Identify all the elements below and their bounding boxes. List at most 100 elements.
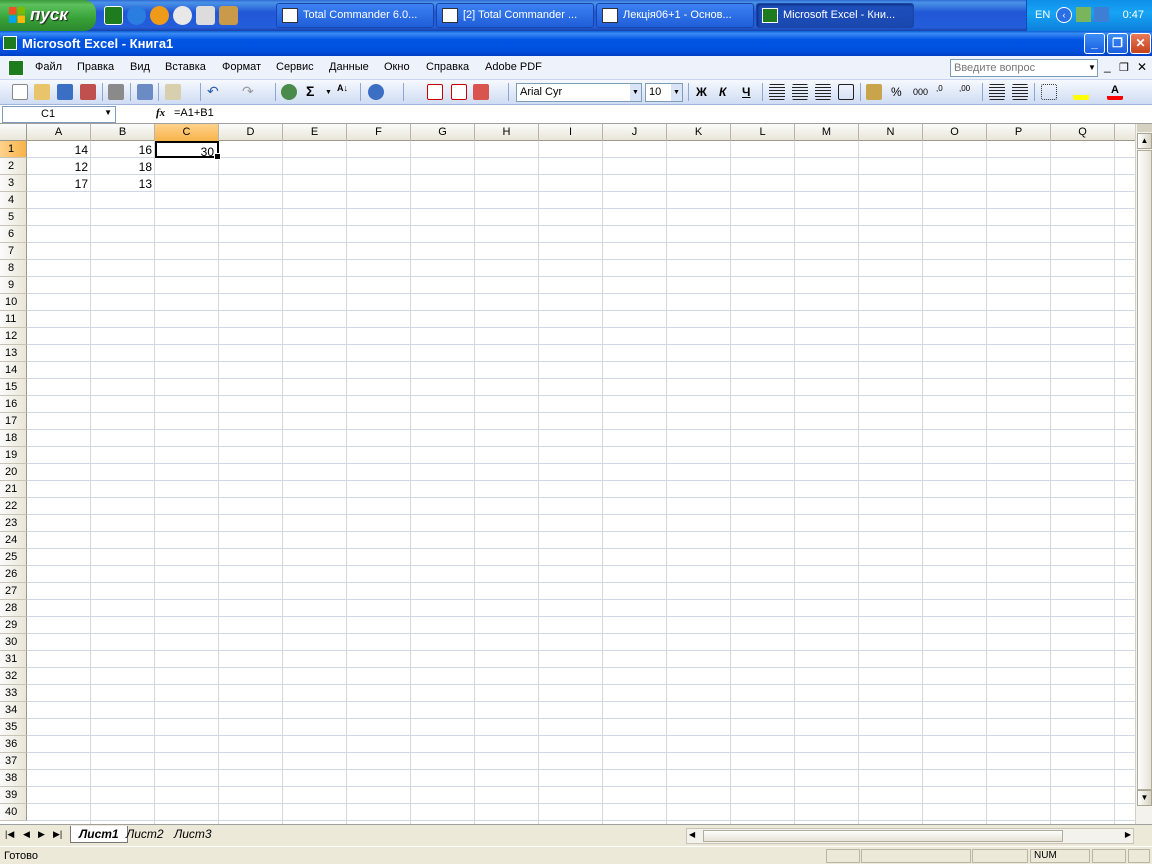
next-sheet-icon[interactable]: ▶ [38, 829, 45, 840]
italic-button[interactable]: К [719, 85, 726, 99]
cells-area[interactable]: 14 16 30 12 18 17 13 [27, 141, 1135, 824]
first-sheet-icon[interactable]: |◀ [5, 829, 14, 840]
row-header-30[interactable]: 30 [0, 634, 27, 651]
row-header-28[interactable]: 28 [0, 600, 27, 617]
formula-input[interactable]: =A1+B1 [174, 107, 214, 119]
row-header-2[interactable]: 2 [0, 158, 27, 175]
restore-button[interactable]: ❐ [1107, 33, 1128, 54]
prev-sheet-icon[interactable]: ◀ [23, 829, 30, 840]
ie-icon[interactable] [127, 6, 146, 25]
cell-a3[interactable]: 17 [27, 175, 91, 192]
cell-a1[interactable]: 14 [27, 141, 91, 158]
close-button[interactable]: ✕ [1130, 33, 1151, 54]
percent-button[interactable]: % [891, 85, 902, 99]
row-header-5[interactable]: 5 [0, 209, 27, 226]
column-header-m[interactable]: M [795, 124, 859, 141]
row-header-19[interactable]: 19 [0, 447, 27, 464]
font-color-icon[interactable]: A [1107, 84, 1123, 100]
select-all-button[interactable] [0, 124, 27, 141]
save-icon[interactable] [57, 84, 73, 100]
row-header-38[interactable]: 38 [0, 770, 27, 787]
row-header-32[interactable]: 32 [0, 668, 27, 685]
column-header-i[interactable]: I [539, 124, 603, 141]
network-icon[interactable] [1076, 7, 1091, 22]
horizontal-scrollbar[interactable]: ◀ ▶ [686, 828, 1134, 844]
menu-insert[interactable]: Вставка [165, 61, 206, 73]
undo-icon[interactable]: ↶ [207, 84, 223, 100]
row-header-18[interactable]: 18 [0, 430, 27, 447]
bold-button[interactable]: Ж [696, 85, 707, 99]
title-bar[interactable]: Microsoft Excel - Книга1 _ ❐ ✕ [0, 31, 1152, 56]
font-name-select[interactable]: Arial Cyr ▼ [516, 83, 642, 102]
column-header-o[interactable]: O [923, 124, 987, 141]
row-header-36[interactable]: 36 [0, 736, 27, 753]
column-header-q[interactable]: Q [1051, 124, 1115, 141]
row-header-17[interactable]: 17 [0, 413, 27, 430]
last-sheet-icon[interactable]: ▶| [53, 829, 62, 840]
row-header-22[interactable]: 22 [0, 498, 27, 515]
taskbar-button-word[interactable]: Лекція06+1 - Основ... [596, 3, 754, 28]
column-header-e[interactable]: E [283, 124, 347, 141]
permission-icon[interactable] [80, 84, 96, 100]
align-center-icon[interactable] [792, 84, 808, 100]
row-header-7[interactable]: 7 [0, 243, 27, 260]
language-indicator[interactable]: EN [1035, 9, 1050, 21]
column-header-f[interactable]: F [347, 124, 411, 141]
row-header-40[interactable]: 40 [0, 804, 27, 821]
cell-c1[interactable]: 30 [155, 141, 221, 160]
row-header-10[interactable]: 10 [0, 294, 27, 311]
row-header-37[interactable]: 37 [0, 753, 27, 770]
column-header-h[interactable]: H [475, 124, 539, 141]
menu-tools[interactable]: Сервис [276, 61, 314, 73]
underline-button[interactable]: Ч [742, 85, 750, 99]
row-header-27[interactable]: 27 [0, 583, 27, 600]
column-header-l[interactable]: L [731, 124, 795, 141]
paste-icon[interactable] [165, 84, 181, 100]
pen-tool-icon[interactable] [1094, 7, 1109, 22]
hyperlink-icon[interactable] [281, 84, 297, 100]
merge-center-icon[interactable] [838, 84, 854, 100]
row-header-6[interactable]: 6 [0, 226, 27, 243]
cell-a2[interactable]: 12 [27, 158, 91, 175]
print-preview-icon[interactable] [137, 84, 153, 100]
document-icon[interactable] [8, 60, 24, 76]
row-header-16[interactable]: 16 [0, 396, 27, 413]
name-box[interactable]: C1 ▼ [2, 106, 116, 123]
excel-icon[interactable] [3, 36, 17, 50]
increase-indent-icon[interactable] [1012, 84, 1028, 100]
row-header-26[interactable]: 26 [0, 566, 27, 583]
help-icon[interactable] [368, 84, 384, 100]
column-header-a[interactable]: A [27, 124, 91, 141]
excel-icon[interactable] [104, 6, 123, 25]
currency-icon[interactable] [866, 84, 882, 100]
menu-view[interactable]: Вид [130, 61, 150, 73]
minimize-button[interactable]: _ [1084, 33, 1105, 54]
row-header-31[interactable]: 31 [0, 651, 27, 668]
doc-close-button[interactable]: ✕ [1137, 60, 1147, 74]
increase-decimal-icon[interactable]: ,0 [936, 84, 952, 100]
row-header-21[interactable]: 21 [0, 481, 27, 498]
cell-b2[interactable]: 18 [91, 158, 155, 175]
row-header-34[interactable]: 34 [0, 702, 27, 719]
chrome-icon[interactable] [173, 6, 192, 25]
taskbar-button-excel[interactable]: Microsoft Excel - Кни... [756, 3, 914, 28]
print-icon[interactable] [108, 84, 124, 100]
scroll-thumb[interactable] [1137, 150, 1152, 790]
row-header-3[interactable]: 3 [0, 175, 27, 192]
create-pdf-icon[interactable] [427, 84, 443, 100]
row-header-9[interactable]: 9 [0, 277, 27, 294]
sheet-tab-3[interactable]: Лист3 [166, 826, 220, 843]
row-header-11[interactable]: 11 [0, 311, 27, 328]
taskbar-button-total-commander-1[interactable]: Total Commander 6.0... [276, 3, 434, 28]
menu-format[interactable]: Формат [222, 61, 261, 73]
thousands-separator-button[interactable]: 000 [913, 87, 928, 97]
tool-icon[interactable] [219, 6, 238, 25]
chevron-down-icon[interactable]: ▼ [671, 84, 682, 101]
taskbar-button-total-commander-2[interactable]: [2] Total Commander ... [436, 3, 594, 28]
decrease-indent-icon[interactable] [989, 84, 1005, 100]
scroll-up-button[interactable]: ▲ [1137, 133, 1152, 149]
column-header-p[interactable]: P [987, 124, 1051, 141]
menu-file[interactable]: Файл [35, 61, 62, 73]
menu-help[interactable]: Справка [426, 61, 469, 73]
row-header-4[interactable]: 4 [0, 192, 27, 209]
